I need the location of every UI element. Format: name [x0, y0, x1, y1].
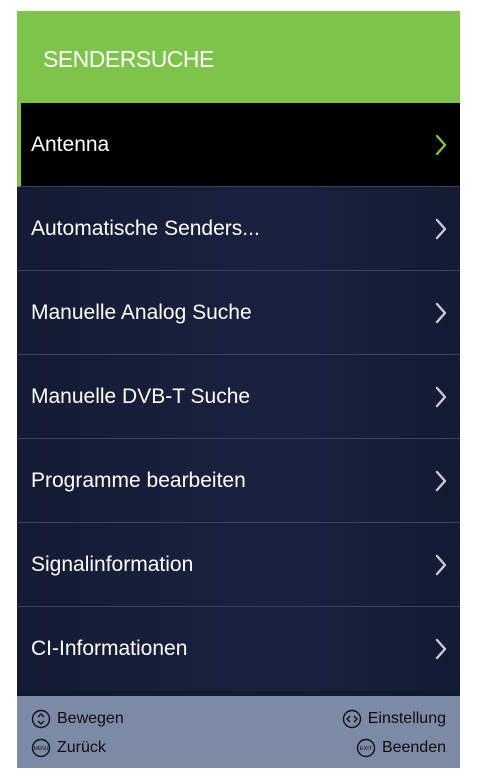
hint-exit-label: Beenden	[381, 738, 446, 756]
menu-header: SENDERSUCHE	[17, 11, 460, 103]
exit-key-icon: EXIT	[356, 738, 376, 757]
left-right-icon	[342, 709, 361, 728]
chevron-right-icon	[435, 302, 447, 323]
exit-key-text: EXIT	[360, 746, 373, 752]
up-down-icon	[31, 709, 51, 728]
hint-back: MENU Zurück	[31, 733, 239, 762]
menu-list: Antenna Automatische Senders... Manuelle…	[17, 103, 460, 691]
menu-item-label: Programme bearbeiten	[31, 468, 246, 492]
menu-item-label: Automatische Senders...	[31, 216, 260, 240]
chevron-right-icon	[435, 638, 447, 660]
menu-item-label: Signalinformation	[31, 552, 194, 576]
hint-back-label: Zurück	[57, 738, 106, 756]
hint-move: Bewegen	[31, 704, 239, 733]
hint-move-label: Bewegen	[57, 709, 124, 727]
menu-title: SENDERSUCHE	[43, 45, 214, 72]
menu-item-label: CI-Informationen	[31, 637, 188, 660]
hint-exit: EXIT Beenden	[239, 733, 446, 762]
hint-setting-label: Einstellung	[367, 709, 446, 727]
chevron-right-icon	[435, 470, 447, 491]
chevron-right-icon	[435, 134, 447, 155]
menu-item-ci-information[interactable]: CI-Informationen	[17, 607, 460, 691]
menu-item-antenna[interactable]: Antenna	[17, 103, 460, 187]
menu-key-icon: MENU	[31, 738, 51, 757]
hint-setting: Einstellung	[239, 704, 446, 733]
menu-item-automatic-search[interactable]: Automatische Senders...	[17, 187, 460, 271]
chevron-right-icon	[435, 386, 447, 407]
chevron-right-icon	[435, 218, 447, 239]
channel-search-menu: SENDERSUCHE Antenna Automatische Senders…	[17, 11, 460, 768]
menu-item-manual-dvbt-search[interactable]: Manuelle DVB-T Suche	[17, 355, 460, 439]
menu-item-signal-information[interactable]: Signalinformation	[17, 523, 460, 607]
menu-item-edit-programs[interactable]: Programme bearbeiten	[17, 439, 460, 523]
menu-item-label: Manuelle Analog Suche	[31, 300, 252, 324]
chevron-right-icon	[435, 554, 447, 575]
menu-key-text: MENU	[34, 746, 49, 752]
menu-item-manual-analog-search[interactable]: Manuelle Analog Suche	[17, 271, 460, 355]
menu-item-label: Antenna	[31, 132, 110, 156]
key-hint-bar: Bewegen Einstellung MENU Zurück EXIT Bee…	[17, 696, 460, 768]
menu-item-label: Manuelle DVB-T Suche	[31, 384, 251, 408]
